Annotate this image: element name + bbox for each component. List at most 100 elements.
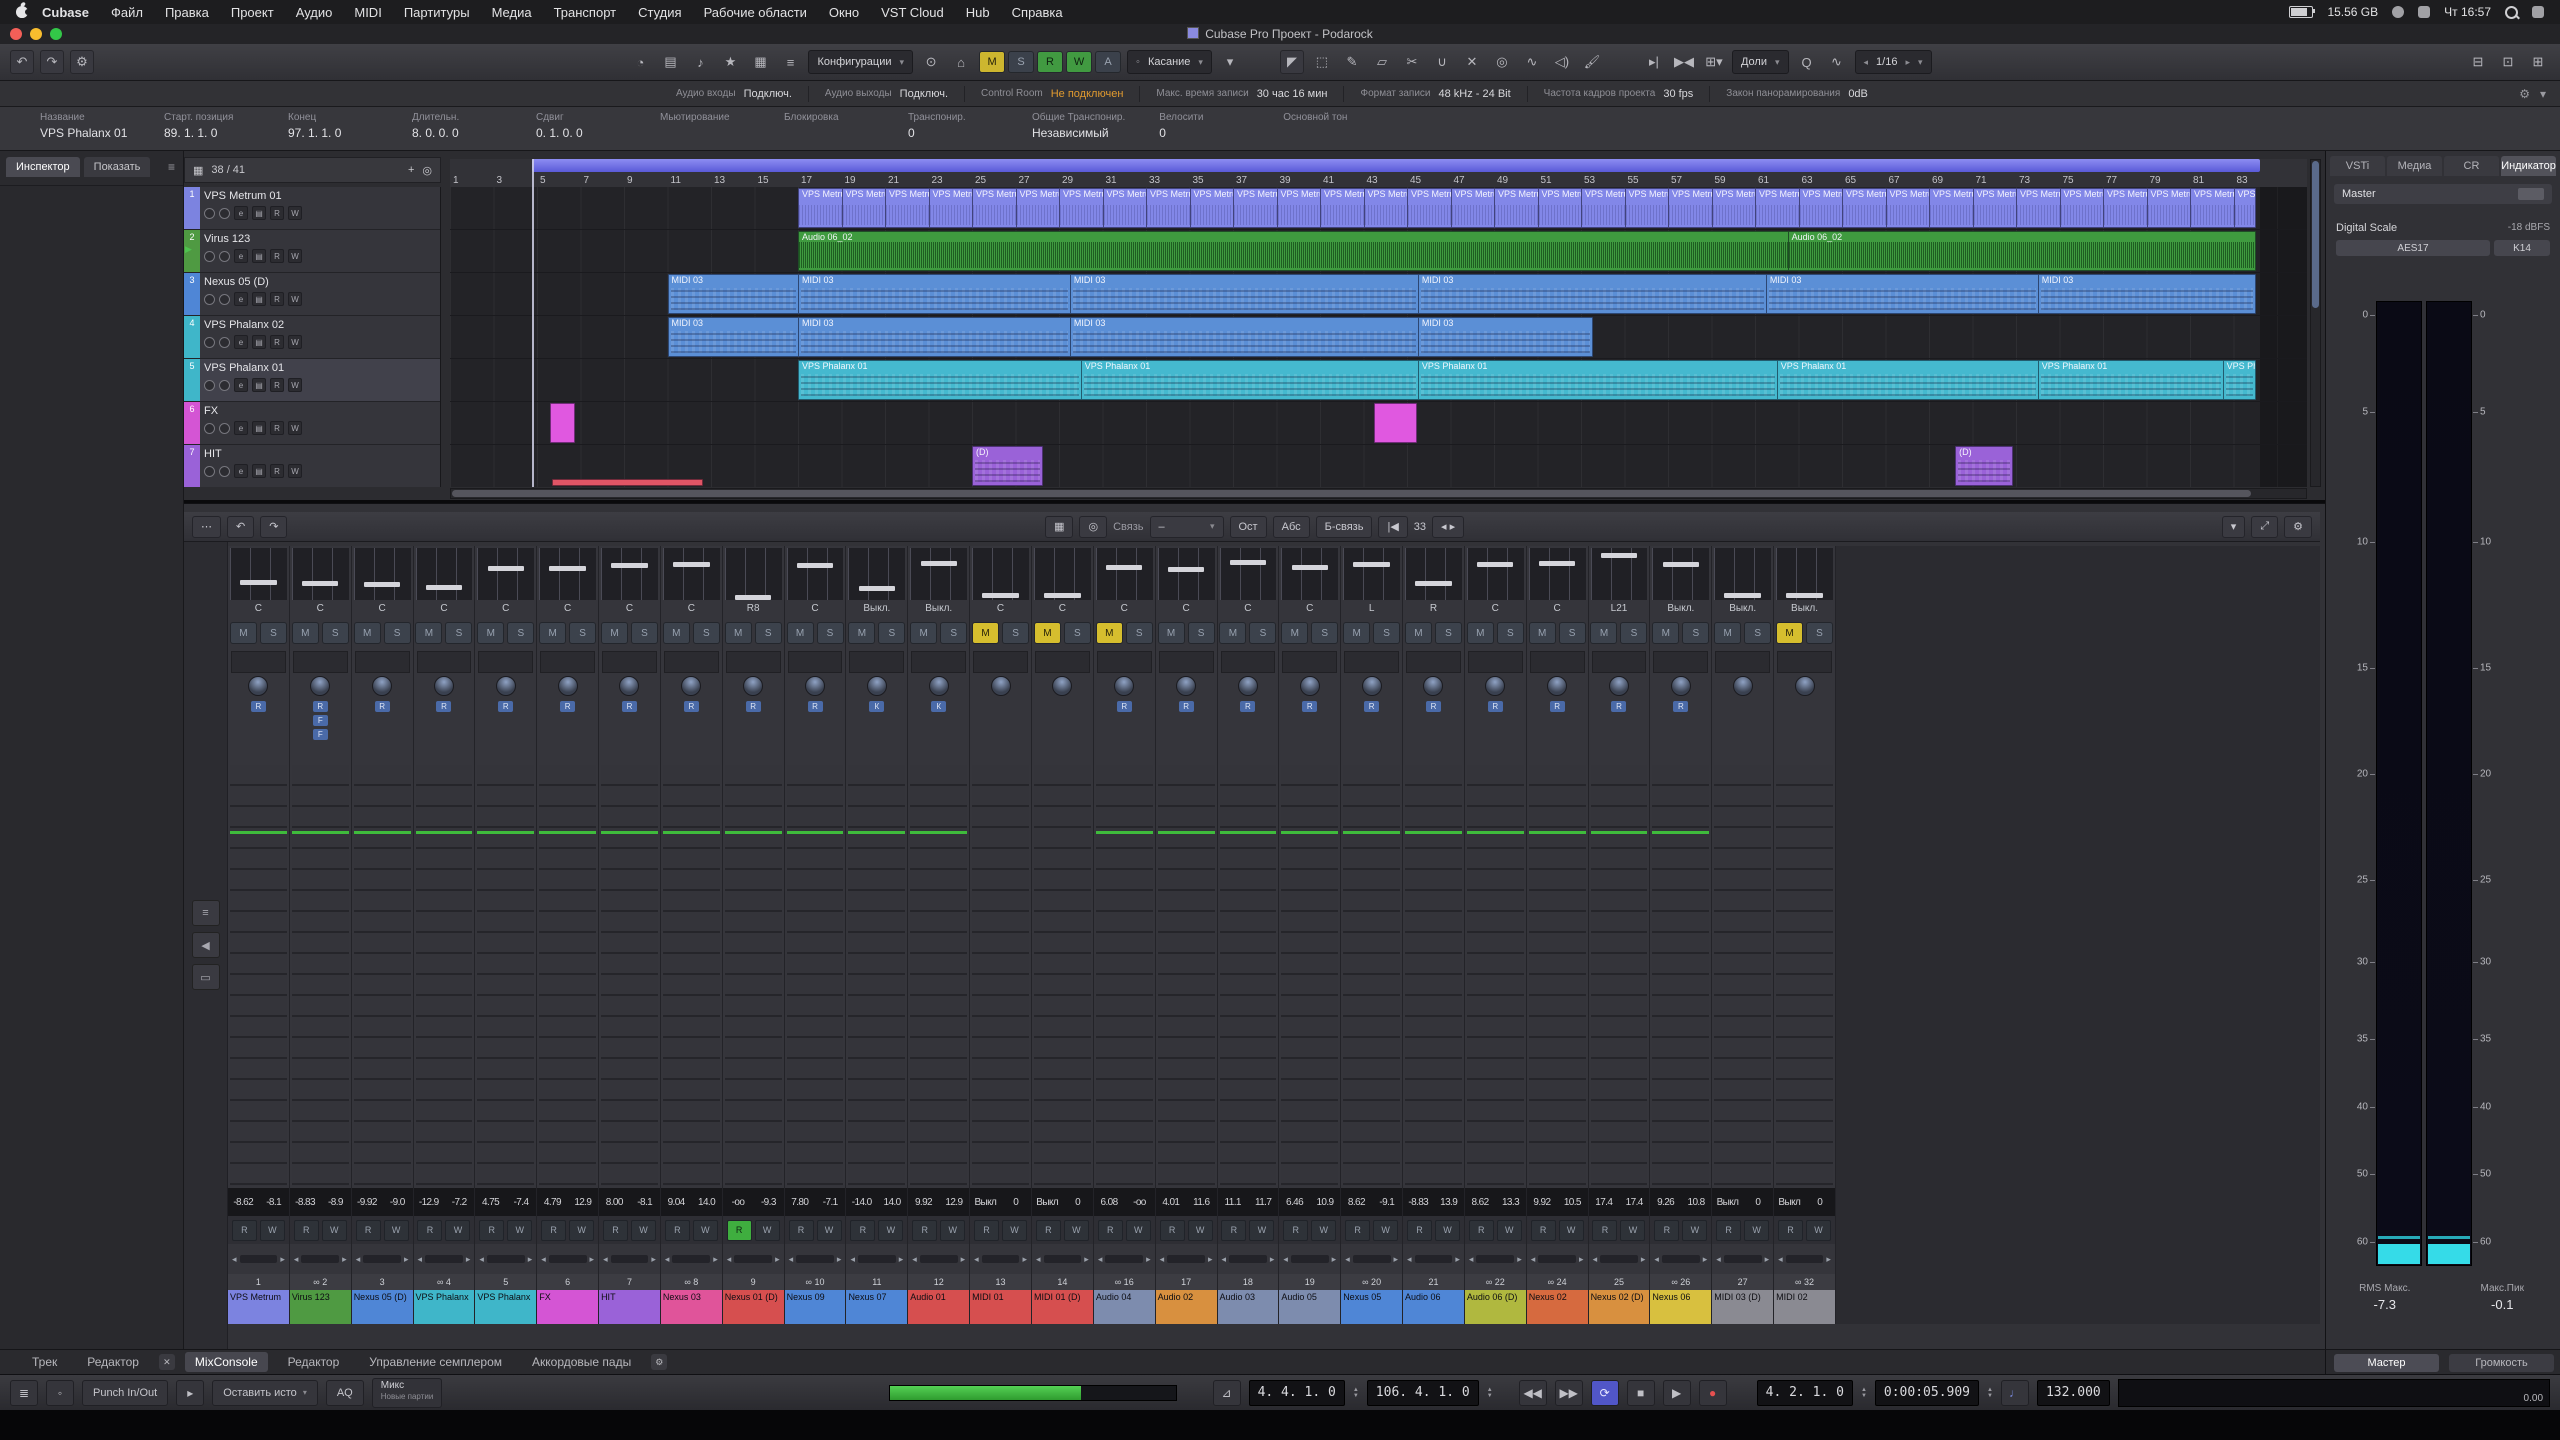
channel-mini-fader[interactable]	[1158, 548, 1215, 600]
channel-edit-slot[interactable]	[355, 651, 410, 673]
clip[interactable]: VPS Metrum 01	[1581, 188, 1626, 228]
solo-button[interactable]: S	[260, 622, 287, 644]
read-automation-button[interactable]: R	[417, 1220, 442, 1241]
channel-name[interactable]: Nexus 05	[1341, 1290, 1402, 1324]
pan-value[interactable]: L21	[1589, 600, 1650, 618]
rail-handle-icon[interactable]: ◀	[192, 932, 220, 958]
insert-rack[interactable]	[477, 765, 534, 1186]
write-automation-button[interactable]: W	[1064, 1220, 1089, 1241]
fader-cap[interactable]	[797, 563, 833, 568]
track-row[interactable]: 5VPS Phalanx 01e▤RW	[184, 359, 440, 402]
stop-button[interactable]: ■	[1627, 1380, 1655, 1406]
infoline-value[interactable]	[660, 126, 750, 140]
volume-value[interactable]: -оо	[723, 1197, 753, 1208]
gain-knob[interactable]	[248, 676, 268, 696]
pan-slider[interactable]: ◂▸	[1712, 1244, 1773, 1274]
right-zone-tab-VSTi[interactable]: VSTi	[2330, 156, 2385, 176]
activity-icon[interactable]: ◔	[628, 50, 652, 74]
clip[interactable]: VPS Metrum 01	[1712, 188, 1757, 228]
statusline-menu-icon[interactable]: ▾	[2540, 87, 2546, 101]
insert-rack[interactable]	[601, 765, 658, 1186]
menubar-item-12[interactable]: Окно	[829, 5, 859, 20]
solo-button[interactable]: S	[878, 622, 905, 644]
read-automation-button[interactable]: R	[1098, 1220, 1123, 1241]
pan-value[interactable]: Выкл.	[908, 600, 969, 618]
undo-icon[interactable]: ↶	[10, 50, 34, 74]
channel-name[interactable]: Nexus 03	[661, 1290, 722, 1324]
pan-slider[interactable]: ◂▸	[1589, 1244, 1650, 1274]
read-automation-button[interactable]: R	[974, 1220, 999, 1241]
pan-slider[interactable]: ◂▸	[1218, 1244, 1279, 1274]
pan-value[interactable]: С	[661, 600, 722, 618]
channel-step-icons[interactable]: ◂ ▸	[1432, 516, 1464, 538]
insert-rack[interactable]	[1529, 765, 1586, 1186]
fader-cap[interactable]	[240, 580, 276, 585]
pan-slider[interactable]: ◂▸	[1774, 1244, 1835, 1274]
menubar-item-15[interactable]: Справка	[1012, 5, 1063, 20]
volume-value[interactable]: -14.0	[846, 1197, 876, 1208]
channel-badge[interactable]: R	[436, 701, 451, 712]
read-automation-button[interactable]: R	[1531, 1220, 1556, 1241]
fader-cap[interactable]	[735, 595, 771, 600]
clip[interactable]: MIDI 03	[1070, 274, 1419, 314]
gain-knob[interactable]	[1733, 676, 1753, 696]
read-automation-button[interactable]: R	[727, 1220, 752, 1241]
rail-racks-icon[interactable]: ≡	[192, 900, 220, 926]
track-read-button[interactable]: R	[270, 378, 284, 392]
pan-value[interactable]: R	[1403, 600, 1464, 618]
channel-badge[interactable]: R	[498, 701, 513, 712]
status-field-value[interactable]: Подключ.	[900, 88, 948, 100]
track-solo-button[interactable]	[219, 423, 230, 434]
mute-button[interactable]: M	[1158, 622, 1185, 644]
channel-badge[interactable]: R	[375, 701, 390, 712]
volume-value[interactable]: Выкл	[1774, 1197, 1804, 1208]
solo-button[interactable]: S	[445, 622, 472, 644]
pan-value[interactable]: С	[1465, 600, 1526, 618]
control-center-icon[interactable]	[2532, 6, 2544, 18]
write-automation-button[interactable]: W	[260, 1220, 285, 1241]
channel-badge[interactable]: R	[808, 701, 823, 712]
clip[interactable]: VPS Metrum 01	[2060, 188, 2105, 228]
write-automation-button[interactable]: W	[384, 1220, 409, 1241]
window-layout-right-icon[interactable]: ⊞	[2526, 50, 2550, 74]
channel-edit-slot[interactable]	[1406, 651, 1461, 673]
solo-button[interactable]: S	[384, 622, 411, 644]
solo-button[interactable]: S	[1559, 622, 1586, 644]
read-automation-button[interactable]: R	[1283, 1220, 1308, 1241]
insert-rack[interactable]	[539, 765, 596, 1186]
volume-value[interactable]: 4.75	[475, 1197, 505, 1208]
pan-slider[interactable]: ◂▸	[228, 1244, 289, 1274]
scroll-start-icon[interactable]: |◀	[1378, 516, 1407, 538]
write-automation-button[interactable]: W	[1249, 1220, 1274, 1241]
volume-value[interactable]: -9.92	[352, 1197, 382, 1208]
gain-knob[interactable]	[310, 676, 330, 696]
mixer-undo-icon[interactable]: ↶	[227, 516, 254, 538]
channel-edit-slot[interactable]	[911, 651, 966, 673]
channel-name[interactable]: Audio 03	[1218, 1290, 1279, 1324]
read-automation-button[interactable]: R	[1654, 1220, 1679, 1241]
mute-button[interactable]: M	[663, 622, 690, 644]
fader-cap[interactable]	[364, 582, 400, 587]
pan-slider[interactable]: ◂▸	[723, 1244, 784, 1274]
auto-quantize-button[interactable]: AQ	[326, 1380, 364, 1406]
rms-max-value[interactable]: -7.3	[2326, 1297, 2444, 1312]
pan-slider[interactable]: ◂▸	[1094, 1244, 1155, 1274]
go-to-start-button[interactable]: ◀◀	[1519, 1380, 1547, 1406]
channel-mini-fader[interactable]	[601, 548, 658, 600]
monitor-icon[interactable]: ⊙	[919, 50, 943, 74]
pan-slider[interactable]: ◂▸	[414, 1244, 475, 1274]
fader-cap[interactable]	[1539, 561, 1575, 566]
media-icon[interactable]: ▦	[748, 50, 772, 74]
track-write-button[interactable]: W	[288, 335, 302, 349]
fader-cap[interactable]	[1230, 560, 1266, 565]
wifi-icon[interactable]	[2418, 6, 2430, 18]
track-write-button[interactable]: W	[288, 378, 302, 392]
clip[interactable]: VPS Metrum 01	[1277, 188, 1322, 228]
channel-edit-slot[interactable]	[1159, 651, 1214, 673]
write-automation-button[interactable]: W	[1620, 1220, 1645, 1241]
volume-value[interactable]: 6.08	[1094, 1197, 1124, 1208]
mute-button[interactable]: M	[787, 622, 814, 644]
clip[interactable]: VPS Metrum 01	[1320, 188, 1365, 228]
meter-master-toggle[interactable]	[2518, 188, 2544, 200]
channel-name[interactable]: Nexus 06	[1650, 1290, 1711, 1324]
